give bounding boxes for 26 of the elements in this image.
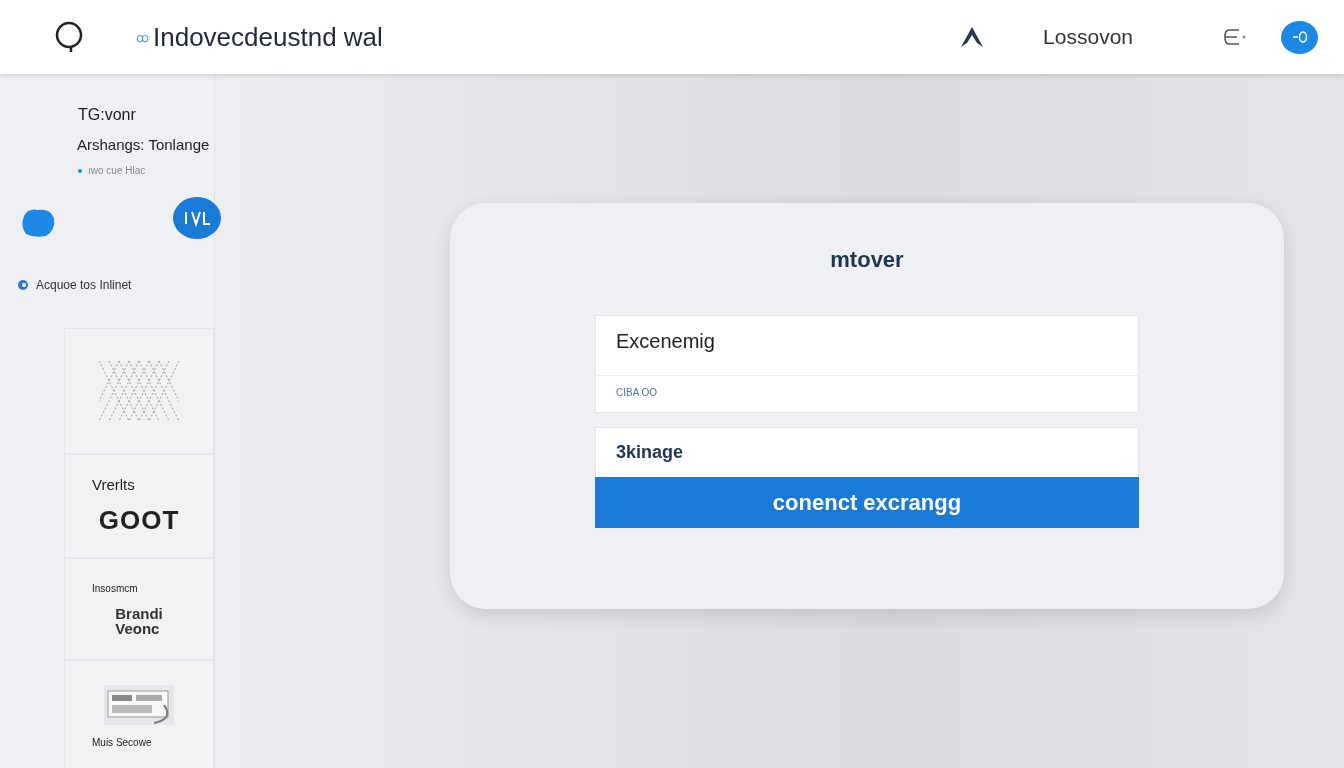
brand-name: Indovecdeustnd wal [153,21,383,53]
account-name[interactable]: Lossovon [1043,25,1133,49]
bullet-icon [78,168,82,173]
card-title: Vrerlts [92,476,135,493]
sidebar-note: ıwo cue Hlac [88,165,146,176]
card-title: Insosmcm [92,582,138,594]
logo-text: Veonc [115,620,161,636]
logo-text: Brandi [115,605,163,621]
brand-mark: ꝏ [136,29,149,46]
logout-icon[interactable] [1223,28,1247,46]
input-field[interactable]: 3kinage [595,427,1139,477]
sidebar-subtitle: Arshangs: Tonlange [77,136,211,153]
circle-badge-icon[interactable] [172,196,222,240]
dialog-title: mtover [830,247,904,273]
logo-text: GOOT [98,505,180,536]
card-caption: Muis Secowe [92,736,152,748]
blob-icon[interactable] [20,208,56,238]
theta-icon [1291,31,1308,43]
sidebar-link[interactable]: Acquoe tos Inlinet [36,278,132,292]
input-field[interactable]: Excenemig CIBA OO [595,315,1139,413]
search-icon[interactable] [54,21,84,53]
field-hint: CIBA OO [615,386,659,400]
connect-button[interactable]: conenct excrangg [595,477,1139,528]
mountain-icon[interactable] [959,25,986,49]
sidebar-title: TG:vonr [78,106,137,124]
avatar-button[interactable] [1281,20,1318,54]
